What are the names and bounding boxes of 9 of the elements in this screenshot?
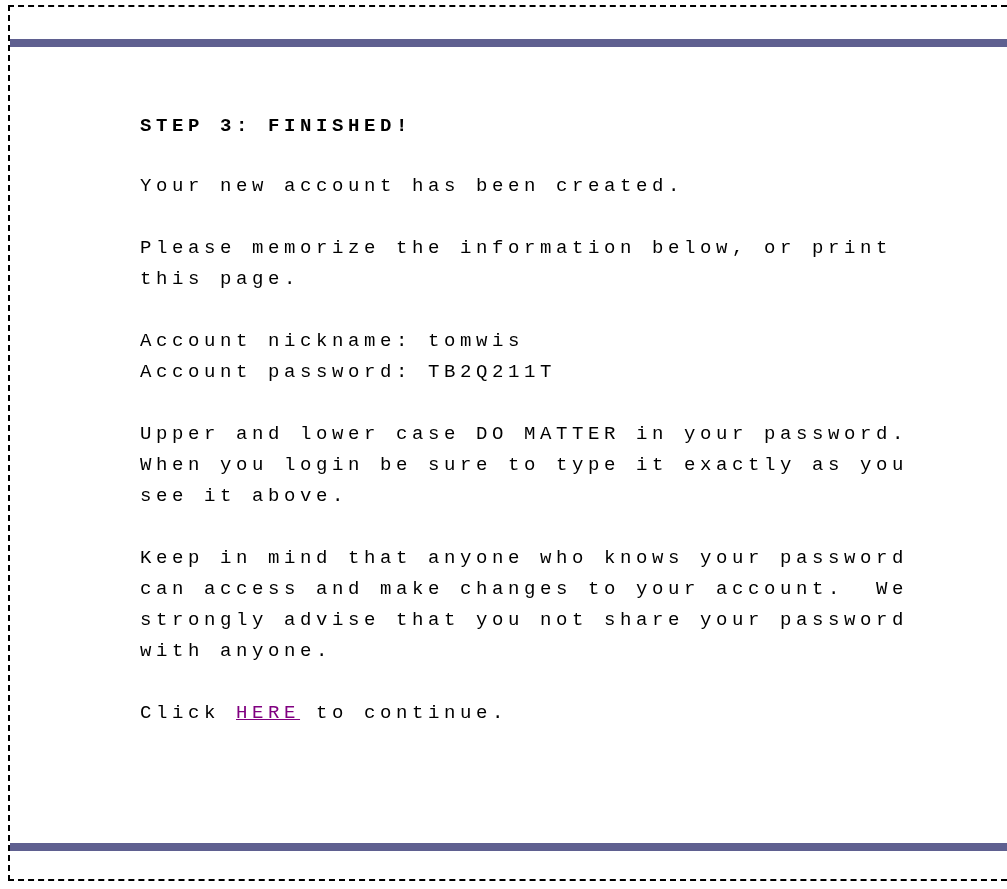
info-paragraph: Your new account has been created. bbox=[140, 174, 686, 199]
info-paragraph: Upper and lower case DO MATTER in your password. When you login be sure to type it exactly as you see it above. bbox=[140, 422, 910, 509]
account-detail: Account nickname: tomwis bbox=[140, 329, 526, 354]
account-detail: Account password: TB2Q211T bbox=[140, 360, 558, 385]
step-heading: STEP 3: FINISHED! bbox=[140, 114, 414, 139]
continue-link[interactable]: HERE bbox=[236, 702, 301, 724]
info-paragraph: Please memorize the information below, or print this page. bbox=[140, 236, 894, 292]
continue-sentence: Click HERE to continue. bbox=[140, 701, 510, 726]
info-paragraph: Keep in mind that anyone who knows your password can access and make changes to your account. We strongly advise that you not share your password with anyone. bbox=[140, 546, 910, 664]
